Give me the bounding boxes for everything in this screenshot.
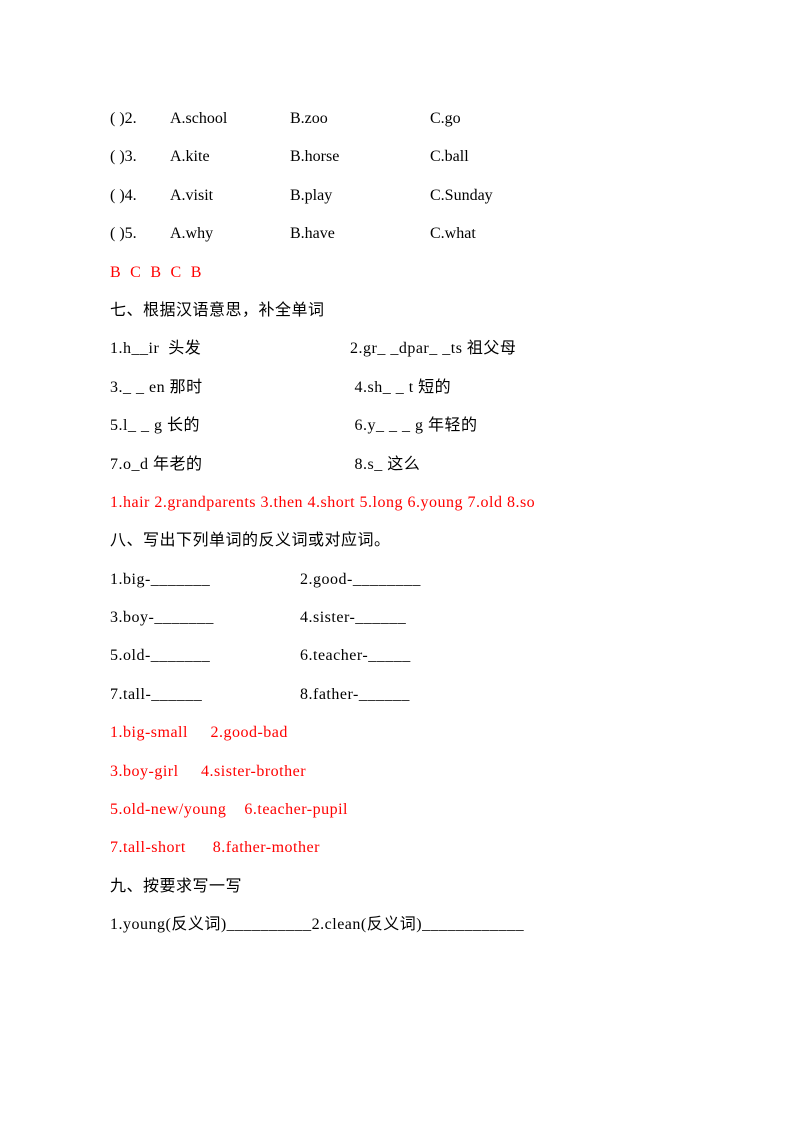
section8-row-2: 3.boy-_______ 4.sister-______ <box>110 599 684 637</box>
q8-1: 1.big-_______ <box>110 561 300 599</box>
mcq-option-a: A.kite <box>170 138 290 176</box>
q8-6: 6.teacher-_____ <box>300 637 411 675</box>
mcq-option-b: B.have <box>290 215 430 253</box>
mcq-option-c: C.ball <box>430 138 550 176</box>
section8-answer-3: 5.old-new/young 6.teacher-pupil <box>110 791 684 829</box>
section8-answer-4: 7.tall-short 8.father-mother <box>110 829 684 867</box>
q8-2: 2.good-________ <box>300 561 421 599</box>
q8-7: 7.tall-______ <box>110 676 300 714</box>
section9-row-1: 1.young(反义词)__________2.clean(反义词)______… <box>110 906 684 944</box>
mcq-option-b: B.zoo <box>290 100 430 138</box>
q8-4: 4.sister-______ <box>300 599 406 637</box>
q7-6: 6.y_ _ _ g 年轻的 <box>350 407 684 445</box>
mcq-prefix: ( )3. <box>110 138 170 176</box>
mcq-prefix: ( )2. <box>110 100 170 138</box>
mcq-option-c: C.Sunday <box>430 177 550 215</box>
section7-row-2: 3._ _ en 那时 4.sh_ _ t 短的 <box>110 369 684 407</box>
mcq-option-c: C.go <box>430 100 550 138</box>
section7-row-4: 7.o_d 年老的 8.s_ 这么 <box>110 446 684 484</box>
mcq-option-b: B.play <box>290 177 430 215</box>
mcq-row-5: ( )5. A.why B.have C.what <box>110 215 684 253</box>
q7-3: 3._ _ en 那时 <box>110 369 350 407</box>
section7-title: 七、根据汉语意思，补全单词 <box>110 292 684 330</box>
section7-row-1: 1.h__ir 头发 2.gr_ _dpar_ _ts 祖父母 <box>110 330 684 368</box>
section8-row-1: 1.big-_______ 2.good-________ <box>110 561 684 599</box>
q8-5: 5.old-_______ <box>110 637 300 675</box>
mcq-row-4: ( )4. A.visit B.play C.Sunday <box>110 177 684 215</box>
mcq-option-c: C.what <box>430 215 550 253</box>
section8-row-3: 5.old-_______ 6.teacher-_____ <box>110 637 684 675</box>
mcq-option-b: B.horse <box>290 138 430 176</box>
section8-answer-2: 3.boy-girl 4.sister-brother <box>110 753 684 791</box>
mcq-prefix: ( )5. <box>110 215 170 253</box>
mcq-option-a: A.visit <box>170 177 290 215</box>
mcq-answer: B C B C B <box>110 254 684 292</box>
section8-title: 八、写出下列单词的反义词或对应词。 <box>110 522 684 560</box>
section7-row-3: 5.l_ _ g 长的 6.y_ _ _ g 年轻的 <box>110 407 684 445</box>
mcq-row-2: ( )2. A.school B.zoo C.go <box>110 100 684 138</box>
q7-5: 5.l_ _ g 长的 <box>110 407 350 445</box>
section7-answer: 1.hair 2.grandparents 3.then 4.short 5.l… <box>110 484 684 522</box>
mcq-row-3: ( )3. A.kite B.horse C.ball <box>110 138 684 176</box>
mcq-prefix: ( )4. <box>110 177 170 215</box>
section9-title: 九、按要求写一写 <box>110 868 684 906</box>
q8-8: 8.father-______ <box>300 676 410 714</box>
q7-7: 7.o_d 年老的 <box>110 446 350 484</box>
section8-row-4: 7.tall-______ 8.father-______ <box>110 676 684 714</box>
q7-1: 1.h__ir 头发 <box>110 330 350 368</box>
q7-4: 4.sh_ _ t 短的 <box>350 369 684 407</box>
q7-2: 2.gr_ _dpar_ _ts 祖父母 <box>350 330 684 368</box>
section8-answer-1: 1.big-small 2.good-bad <box>110 714 684 752</box>
q8-3: 3.boy-_______ <box>110 599 300 637</box>
mcq-option-a: A.school <box>170 100 290 138</box>
mcq-option-a: A.why <box>170 215 290 253</box>
q7-8: 8.s_ 这么 <box>350 446 684 484</box>
